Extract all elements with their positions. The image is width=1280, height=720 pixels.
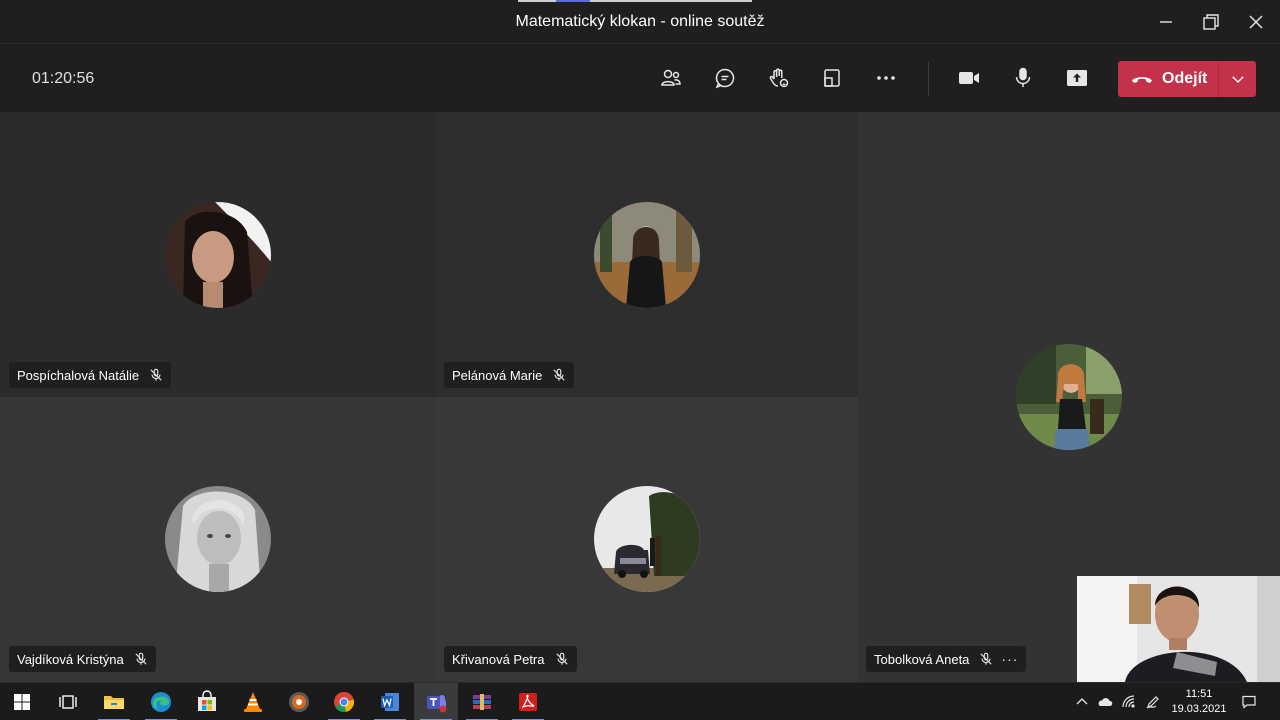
acrobat-icon [519,693,537,711]
onedrive-icon [1098,698,1113,706]
participant-tile[interactable]: Pelánová Marie [435,112,858,397]
camera-button[interactable] [955,64,983,92]
taskbar-file-explorer[interactable] [92,683,136,720]
store-icon [198,690,216,711]
title-bar: Matematický klokan - online soutěž [0,0,1280,44]
windows-start-icon [14,694,30,710]
taskbar-teams[interactable] [414,683,458,720]
clock-time: 11:51 [1185,688,1213,700]
taskbar-winrar[interactable] [460,683,504,720]
chevron-up-icon [1076,698,1088,705]
participant-name-tag: Křivanová Petra [444,646,577,672]
word-icon [381,693,399,711]
pen-icon [1146,696,1159,709]
participant-avatar [594,202,700,308]
toolbar-divider [928,62,929,96]
more-options-icon [877,76,895,80]
leave-options-button[interactable] [1219,61,1256,97]
taskbar-store[interactable] [185,683,229,720]
rooms-icon [824,69,840,87]
mic-off-icon [149,368,163,382]
taskbar-acrobat[interactable] [506,683,550,720]
leave-button[interactable]: Odejít [1118,61,1219,97]
participant-avatar [165,486,271,592]
leave-button-group: Odejít [1118,61,1256,97]
close-button[interactable] [1244,10,1268,34]
chrome-icon [334,692,355,712]
hang-up-icon [1132,77,1152,83]
participant-avatar [165,202,271,308]
breakout-rooms-button[interactable] [818,64,846,92]
chevron-down-icon [1231,76,1244,84]
participant-name: Vajdíková Kristýna [17,651,124,667]
title-accent [518,0,752,2]
participant-name-tag: Pelánová Marie [444,362,575,388]
participants-icon [661,69,681,86]
participant-more-options[interactable]: ··· [1001,651,1018,667]
minimize-button[interactable] [1154,10,1178,34]
share-screen-icon [1067,70,1087,86]
participant-tile[interactable]: Pospíchalová Natálie [0,112,435,397]
self-video-preview[interactable] [1077,576,1280,682]
chat-icon [715,68,735,89]
raise-hand-icon [769,68,789,88]
call-toolbar: 01:20:56 Odejít [0,44,1280,112]
task-view-button[interactable] [46,683,90,720]
taskbar-edge[interactable] [139,683,183,720]
participant-name: Pospíchalová Natálie [17,367,140,383]
mic-off-icon [979,652,993,666]
taskbar-word[interactable] [368,683,412,720]
taskbar-chrome[interactable] [322,683,366,720]
network-tray[interactable] [1120,683,1138,720]
task-view-icon [59,695,77,709]
camera-icon [959,72,979,84]
window-title: Matematický klokan - online soutěž [515,13,765,30]
teams-meeting-window: Matematický klokan - online soutěž 01:20… [0,0,1280,720]
participant-tile[interactable]: Křivanová Petra [435,397,858,682]
pen-tray[interactable] [1144,683,1162,720]
participant-name-tag: Vajdíková Kristýna [9,646,156,672]
action-center-button[interactable] [1238,683,1260,720]
mic-off-icon [552,368,566,382]
teams-icon [427,695,447,713]
start-button[interactable] [0,683,44,720]
taskbar-vlc[interactable] [231,683,275,720]
onedrive-tray[interactable] [1096,683,1114,720]
raise-hand-button[interactable] [765,64,793,92]
winrar-icon [473,694,491,710]
mic-off-icon [134,652,148,666]
share-screen-button[interactable] [1063,64,1091,92]
microphone-button[interactable] [1009,64,1037,92]
participant-avatar [1016,344,1122,450]
participant-name: Křivanová Petra [452,651,545,667]
windows-taskbar: 11:51 19.03.2021 [0,682,1280,720]
close-icon [1249,15,1263,29]
participants-button[interactable] [657,64,685,92]
clock-date: 19.03.2021 [1171,703,1227,715]
participant-tile[interactable]: Vajdíková Kristýna [0,397,435,682]
edge-icon [151,692,171,712]
vlc-icon [244,692,262,712]
participant-name: Tobolková Aneta [874,651,970,667]
minimize-icon [1160,21,1172,23]
show-hidden-icons-button[interactable] [1074,683,1090,720]
file-explorer-icon [104,696,124,709]
media-player-icon [289,692,309,712]
leave-label: Odejít [1162,70,1208,87]
participant-name-tag: Pospíchalová Natálie [9,362,172,388]
more-options-button[interactable] [872,64,900,92]
notification-icon [1242,695,1256,709]
microphone-icon [1015,67,1031,87]
taskbar-clock[interactable]: 11:51 19.03.2021 [1168,687,1230,717]
participant-name: Pelánová Marie [452,367,543,383]
restore-button[interactable] [1199,10,1223,34]
chat-button[interactable] [711,64,739,92]
participant-avatar [594,486,700,592]
mic-off-icon [555,652,569,666]
wifi-icon [1122,695,1135,708]
participant-name-tag: Tobolková Aneta ··· [866,646,1027,672]
call-timer: 01:20:56 [32,70,95,87]
restore-icon [1203,14,1219,30]
taskbar-media-player[interactable] [277,683,321,720]
